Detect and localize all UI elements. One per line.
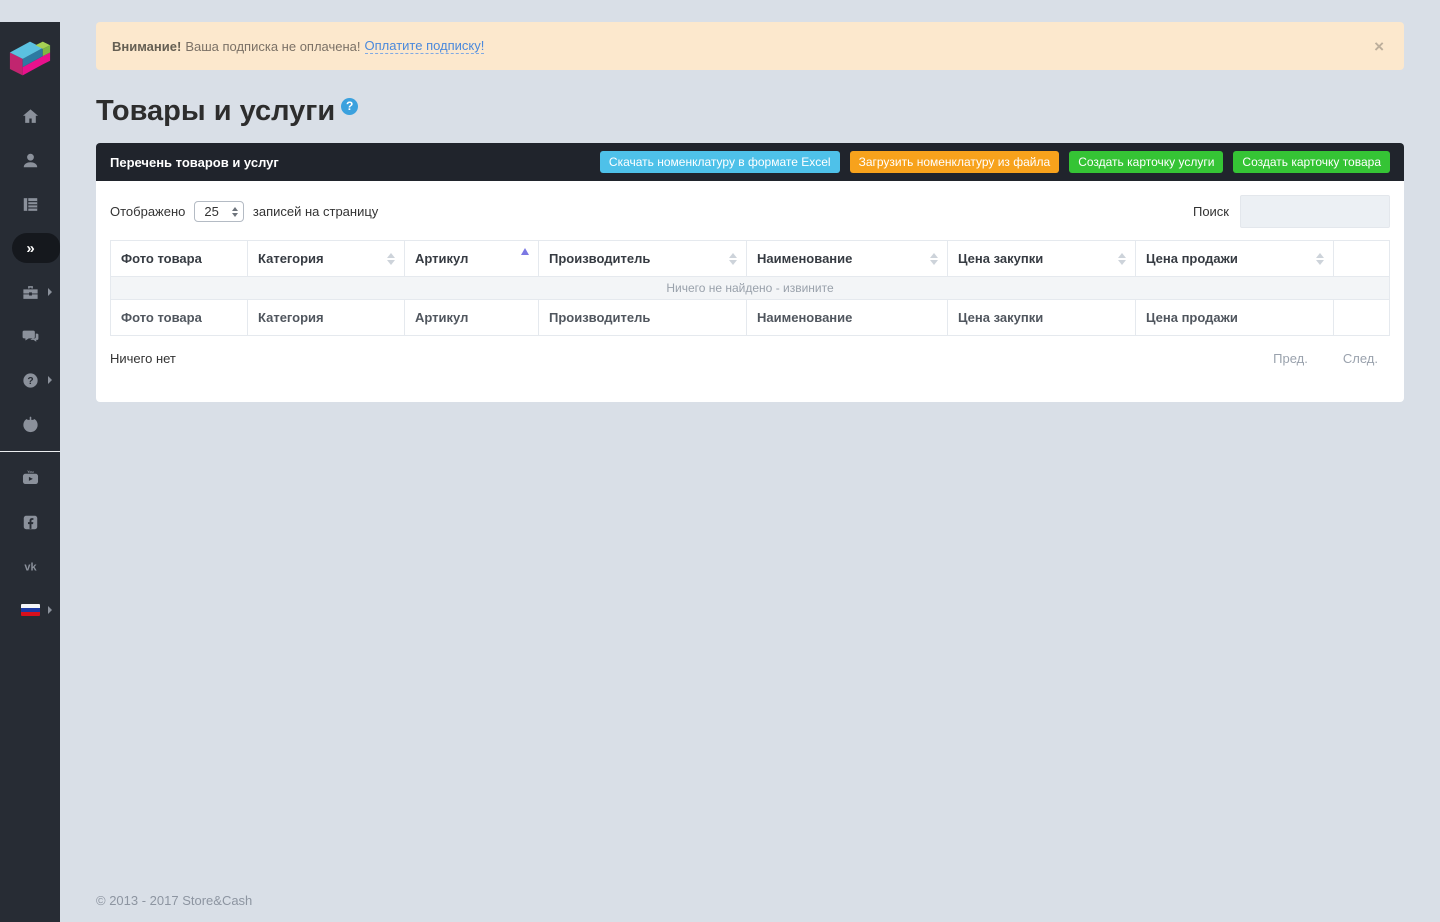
- main-content: Внимание! Ваша подписка не оплачена! Опл…: [60, 22, 1440, 922]
- search-group: Поиск: [1193, 195, 1390, 228]
- sidebar-item-home[interactable]: [0, 94, 60, 138]
- sidebar-item-catalog[interactable]: [0, 182, 60, 226]
- svg-text:?: ?: [27, 376, 33, 387]
- column-header-manufacturer[interactable]: Производитель: [538, 240, 747, 277]
- sort-icon: [387, 252, 395, 265]
- sidebar-item-facebook[interactable]: [0, 500, 60, 544]
- sort-icon: [930, 252, 938, 265]
- footer-column-category: Категория: [247, 299, 405, 336]
- pagination-next[interactable]: След.: [1343, 351, 1378, 366]
- pay-subscription-link[interactable]: Оплатите подписку!: [364, 38, 485, 54]
- sidebar-item-vk[interactable]: vk: [0, 544, 60, 588]
- footer-column-actions: [1333, 299, 1390, 336]
- pagination-prev[interactable]: Пред.: [1273, 351, 1308, 366]
- chat-icon: [22, 330, 38, 342]
- table-controls: Отображено 25 записей на страницу Поиск: [110, 195, 1390, 228]
- table-footer-row: Фото товара Категория Артикул Производит…: [110, 299, 1390, 336]
- sort-asc-icon: [521, 248, 529, 255]
- goods-table: Фото товара Категория Артикул Производит…: [110, 240, 1390, 336]
- status-text: Ничего нет: [110, 351, 176, 366]
- search-label: Поиск: [1192, 204, 1229, 219]
- page-size-prefix-label: Отображено: [110, 204, 186, 219]
- column-header-sku[interactable]: Артикул: [404, 240, 539, 277]
- page-size-control: Отображено 25 записей на страницу: [110, 201, 378, 222]
- create-service-card-button[interactable]: Создать карточку услуги: [1069, 151, 1224, 173]
- column-header-purchase-price[interactable]: Цена закупки: [947, 240, 1136, 277]
- sidebar-item-products-active[interactable]: »: [0, 226, 60, 270]
- sidebar-item-business[interactable]: [0, 270, 60, 314]
- close-icon[interactable]: ×: [1374, 38, 1384, 55]
- catalog-table-icon: [23, 197, 37, 211]
- app-logo[interactable]: [0, 22, 60, 94]
- search-input[interactable]: [1240, 195, 1390, 228]
- empty-results-message: Ничего не найдено - извините: [110, 276, 1390, 300]
- column-header-actions: [1333, 240, 1390, 277]
- panel-header: Перечень товаров и услуг Скачать номенкл…: [96, 143, 1404, 181]
- help-icon: ?: [22, 372, 38, 388]
- download-excel-button[interactable]: Скачать номенклатуру в формате Excel: [599, 151, 840, 173]
- home-icon: [22, 108, 38, 123]
- footer-column-photo: Фото товара: [110, 299, 248, 336]
- active-item-pill: [12, 233, 60, 263]
- footer-column-sale-price: Цена продажи: [1135, 299, 1334, 336]
- column-header-name[interactable]: Наименование: [746, 240, 948, 277]
- user-icon: [23, 153, 37, 167]
- submenu-caret-icon: [48, 376, 52, 384]
- banner-message: Ваша подписка не оплачена!: [185, 38, 361, 54]
- column-header-category[interactable]: Категория: [247, 240, 405, 277]
- subscription-warning-banner: Внимание! Ваша подписка не оплачена! Опл…: [96, 22, 1404, 70]
- sidebar-item-youtube[interactable]: You: [0, 456, 60, 500]
- goods-panel: Перечень товаров и услуг Скачать номенкл…: [96, 143, 1404, 402]
- svg-text:You: You: [27, 469, 33, 473]
- sidebar-item-profile[interactable]: [0, 138, 60, 182]
- pagination: Пред. След.: [1273, 351, 1378, 366]
- sidebar-divider: [0, 451, 60, 452]
- panel-body: Отображено 25 записей на страницу Поиск: [96, 181, 1404, 402]
- table-header-row: Фото товара Категория Артикул Производит…: [110, 240, 1390, 277]
- column-header-sale-price[interactable]: Цена продажи: [1135, 240, 1334, 277]
- column-header-photo: Фото товара: [110, 240, 248, 277]
- vk-icon: vk: [24, 561, 37, 573]
- panel-title: Перечень товаров и услуг: [110, 154, 279, 170]
- flag-ru-icon: [20, 604, 40, 616]
- table-status-row: Ничего нет Пред. След.: [110, 351, 1390, 366]
- power-icon: [22, 416, 38, 432]
- sort-icon: [1118, 252, 1126, 265]
- empty-results-row: Ничего не найдено - извините: [110, 276, 1390, 300]
- footer-column-name: Наименование: [746, 299, 948, 336]
- briefcase-icon: [22, 285, 38, 299]
- footer-column-sku: Артикул: [404, 299, 539, 336]
- footer-column-manufacturer: Производитель: [538, 299, 747, 336]
- footer-column-purchase-price: Цена закупки: [947, 299, 1136, 336]
- svg-text:vk: vk: [24, 561, 37, 573]
- sort-icon: [1316, 252, 1324, 265]
- panel-header-buttons: Скачать номенклатуру в формате Excel Заг…: [599, 151, 1390, 173]
- banner-attention-label: Внимание!: [112, 38, 182, 54]
- copyright-text: © 2013 - 2017 Store&Cash: [96, 893, 253, 908]
- sidebar: » ? You vk: [0, 22, 60, 922]
- create-product-card-button[interactable]: Создать карточку товара: [1233, 151, 1390, 173]
- storecash-cube-logo: [9, 41, 51, 76]
- page-size-suffix-label: записей на страницу: [252, 204, 379, 219]
- collapse-chevrons-icon: »: [26, 239, 34, 257]
- sidebar-item-language[interactable]: [0, 588, 60, 632]
- sort-icon: [729, 252, 737, 265]
- upload-nomenclature-button[interactable]: Загрузить номенклатуру из файла: [849, 151, 1060, 173]
- page-help-icon[interactable]: ?: [341, 97, 359, 115]
- page-size-select[interactable]: 25: [194, 201, 244, 222]
- youtube-icon: You: [22, 469, 38, 484]
- submenu-caret-icon: [48, 606, 52, 614]
- facebook-icon: [23, 515, 37, 529]
- sidebar-item-help[interactable]: ?: [0, 358, 60, 402]
- sidebar-item-chat[interactable]: [0, 314, 60, 358]
- stepper-icon: [231, 206, 238, 217]
- page-title: Товары и услуги?: [96, 95, 1404, 128]
- submenu-caret-icon: [48, 288, 52, 296]
- sidebar-item-logout[interactable]: [0, 402, 60, 446]
